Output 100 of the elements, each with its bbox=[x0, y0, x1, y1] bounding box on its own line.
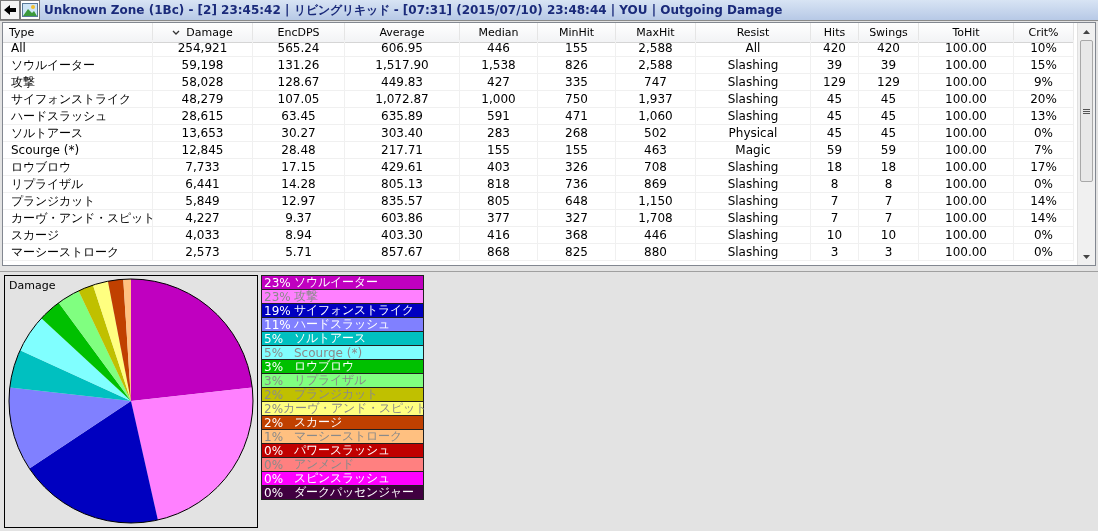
table-cell: 14% bbox=[1014, 193, 1074, 210]
table-cell: ソルトアース bbox=[3, 125, 153, 142]
legend-item: 5% Scourge (*) bbox=[262, 346, 423, 360]
table-cell: 48,279 bbox=[153, 91, 253, 108]
legend-item: 2% スカージ bbox=[262, 416, 423, 430]
column-header[interactable]: Crit% bbox=[1014, 23, 1074, 43]
column-header[interactable]: Hits bbox=[811, 23, 859, 43]
table-cell: 283 bbox=[460, 125, 538, 142]
column-header[interactable]: Resist bbox=[696, 23, 811, 43]
table-cell: 420 bbox=[811, 40, 859, 57]
table-cell: 10% bbox=[1014, 40, 1074, 57]
table-cell: 416 bbox=[460, 227, 538, 244]
table-cell: 0% bbox=[1014, 176, 1074, 193]
table-cell: 2,588 bbox=[616, 57, 696, 74]
table-cell: 45 bbox=[859, 108, 919, 125]
table-cell: 28,615 bbox=[153, 108, 253, 125]
table-cell: 12,845 bbox=[153, 142, 253, 159]
table-cell: 403 bbox=[460, 159, 538, 176]
table-cell: Slashing bbox=[696, 74, 811, 91]
chart-title: Damage bbox=[9, 279, 56, 292]
legend-item: 0% パワースラッシュ bbox=[262, 444, 423, 458]
table-cell: 9.37 bbox=[253, 210, 345, 227]
table-cell: 15% bbox=[1014, 57, 1074, 74]
table-cell: 429.61 bbox=[345, 159, 460, 176]
table-cell: 7,733 bbox=[153, 159, 253, 176]
table-cell: 155 bbox=[538, 142, 616, 159]
table-cell: リプライザル bbox=[3, 176, 153, 193]
table-cell: マーシーストローク bbox=[3, 244, 153, 261]
table-cell: 5,849 bbox=[153, 193, 253, 210]
back-button[interactable] bbox=[0, 0, 20, 20]
table-cell: 826 bbox=[538, 57, 616, 74]
table-cell: 8 bbox=[859, 176, 919, 193]
table-cell: All bbox=[696, 40, 811, 57]
table-cell: 446 bbox=[460, 40, 538, 57]
table-cell: Slashing bbox=[696, 159, 811, 176]
table-cell: 1,000 bbox=[460, 91, 538, 108]
table-cell: 100.00 bbox=[919, 91, 1014, 108]
table-cell: 1,538 bbox=[460, 57, 538, 74]
table-cell: 0% bbox=[1014, 244, 1074, 261]
table-cell: 18 bbox=[859, 159, 919, 176]
image-icon[interactable] bbox=[20, 0, 40, 20]
table-cell: 857.67 bbox=[345, 244, 460, 261]
table-cell: 403.30 bbox=[345, 227, 460, 244]
back-arrow-icon bbox=[3, 4, 17, 16]
table-cell: 1,517.90 bbox=[345, 57, 460, 74]
table-cell: 1,060 bbox=[616, 108, 696, 125]
column-header[interactable]: Swings bbox=[859, 23, 919, 43]
column-header[interactable]: Average bbox=[345, 23, 460, 43]
table-cell: 869 bbox=[616, 176, 696, 193]
column-header[interactable]: Type bbox=[3, 23, 153, 43]
scroll-up-icon[interactable] bbox=[1083, 29, 1090, 34]
table-cell: 1,937 bbox=[616, 91, 696, 108]
table-cell: 327 bbox=[538, 210, 616, 227]
table-cell: 129 bbox=[859, 74, 919, 91]
table-cell: 100.00 bbox=[919, 74, 1014, 91]
scroll-down-icon[interactable] bbox=[1083, 254, 1090, 259]
table-cell: 28.48 bbox=[253, 142, 345, 159]
table-cell: 7 bbox=[811, 210, 859, 227]
table-cell: 4,227 bbox=[153, 210, 253, 227]
column-header[interactable]: Median bbox=[460, 23, 538, 43]
legend-item: 2%カーヴ・アンド・スピット bbox=[262, 402, 423, 416]
table-cell: カーヴ・アンド・スピット bbox=[3, 210, 153, 227]
column-header[interactable]: Damage bbox=[153, 23, 253, 43]
table-cell: 20% bbox=[1014, 91, 1074, 108]
table-cell: Magic bbox=[696, 142, 811, 159]
scrollbar[interactable] bbox=[1077, 23, 1095, 265]
table-cell: 446 bbox=[616, 227, 696, 244]
column-header[interactable]: MaxHit bbox=[616, 23, 696, 43]
column-header[interactable]: EncDPS bbox=[253, 23, 345, 43]
column-header[interactable]: ToHit bbox=[919, 23, 1014, 43]
table-cell: 326 bbox=[538, 159, 616, 176]
table-cell: 750 bbox=[538, 91, 616, 108]
column-header[interactable]: MinHit bbox=[538, 23, 616, 43]
table-cell: 59 bbox=[859, 142, 919, 159]
table-cell: 59,198 bbox=[153, 57, 253, 74]
legend-item: 3% リプライザル bbox=[262, 374, 423, 388]
table-cell: 0% bbox=[1014, 227, 1074, 244]
legend-item: 23% ソウルイーター bbox=[262, 276, 423, 290]
table-cell: 303.40 bbox=[345, 125, 460, 142]
table-cell: 377 bbox=[460, 210, 538, 227]
table-cell: Slashing bbox=[696, 91, 811, 108]
table-cell: 100.00 bbox=[919, 210, 1014, 227]
table-cell: 805.13 bbox=[345, 176, 460, 193]
table-cell: 131.26 bbox=[253, 57, 345, 74]
table-cell: 335 bbox=[538, 74, 616, 91]
table-cell: 3 bbox=[811, 244, 859, 261]
table-cell: 155 bbox=[538, 40, 616, 57]
table-cell: 3 bbox=[859, 244, 919, 261]
table-cell: 100.00 bbox=[919, 125, 1014, 142]
table-cell: 7% bbox=[1014, 142, 1074, 159]
legend-item: 0% スピンスラッシュ bbox=[262, 472, 423, 486]
table-cell: 217.71 bbox=[345, 142, 460, 159]
table-cell: 13,653 bbox=[153, 125, 253, 142]
table-cell: 45 bbox=[811, 125, 859, 142]
table-cell: 591 bbox=[460, 108, 538, 125]
table-cell: プランジカット bbox=[3, 193, 153, 210]
table-cell: 868 bbox=[460, 244, 538, 261]
table-cell: 13% bbox=[1014, 108, 1074, 125]
table-cell: ソウルイーター bbox=[3, 57, 153, 74]
table-cell: 0% bbox=[1014, 125, 1074, 142]
